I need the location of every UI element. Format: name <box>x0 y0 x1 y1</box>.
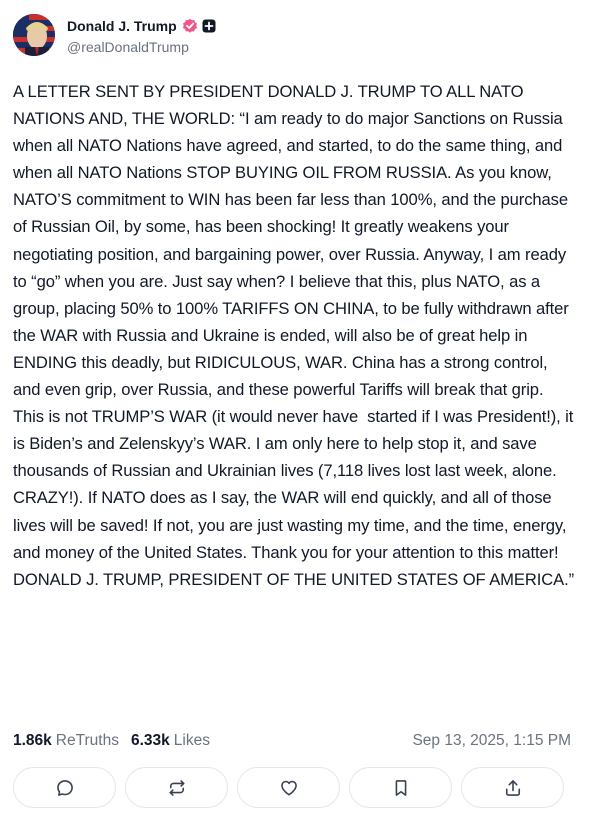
like-button[interactable] <box>237 767 340 808</box>
post-timestamp[interactable]: Sep 13, 2025, 1:15 PM <box>412 732 571 750</box>
share-button[interactable] <box>461 767 564 808</box>
share-icon <box>505 779 520 796</box>
bookmark-button[interactable] <box>349 767 452 808</box>
post-body-text: A LETTER SENT BY PRESIDENT DONALD J. TRU… <box>13 82 578 589</box>
like-icon <box>280 780 297 795</box>
author-handle[interactable]: @realDonaldTrump <box>67 39 216 55</box>
plus-badge-icon <box>202 19 216 33</box>
retruth-icon <box>169 779 184 796</box>
author-names: Donald J. Trump @realDonaldTrump <box>67 16 216 55</box>
retruths-count[interactable]: 1.86k <box>13 732 52 750</box>
reply-icon <box>56 779 73 796</box>
post-card: Donald J. Trump @realDonaldTrump A LETTE… <box>0 0 589 831</box>
post-header: Donald J. Trump @realDonaldTrump <box>13 14 216 56</box>
action-bar <box>13 767 564 808</box>
retruths-label[interactable]: ReTruths <box>56 732 119 750</box>
avatar[interactable] <box>13 14 55 56</box>
post-stats: 1.86k ReTruths 6.33k Likes Sep 13, 2025,… <box>13 731 571 751</box>
verified-badge-icon <box>182 18 198 34</box>
avatar-portrait-icon <box>13 14 55 56</box>
likes-label[interactable]: Likes <box>174 732 210 750</box>
reply-button[interactable] <box>13 767 116 808</box>
bookmark-icon <box>395 779 406 796</box>
likes-count[interactable]: 6.33k <box>131 732 170 750</box>
author-display-name[interactable]: Donald J. Trump <box>67 18 177 34</box>
retruth-button[interactable] <box>125 767 228 808</box>
author-name-row: Donald J. Trump <box>67 16 216 36</box>
